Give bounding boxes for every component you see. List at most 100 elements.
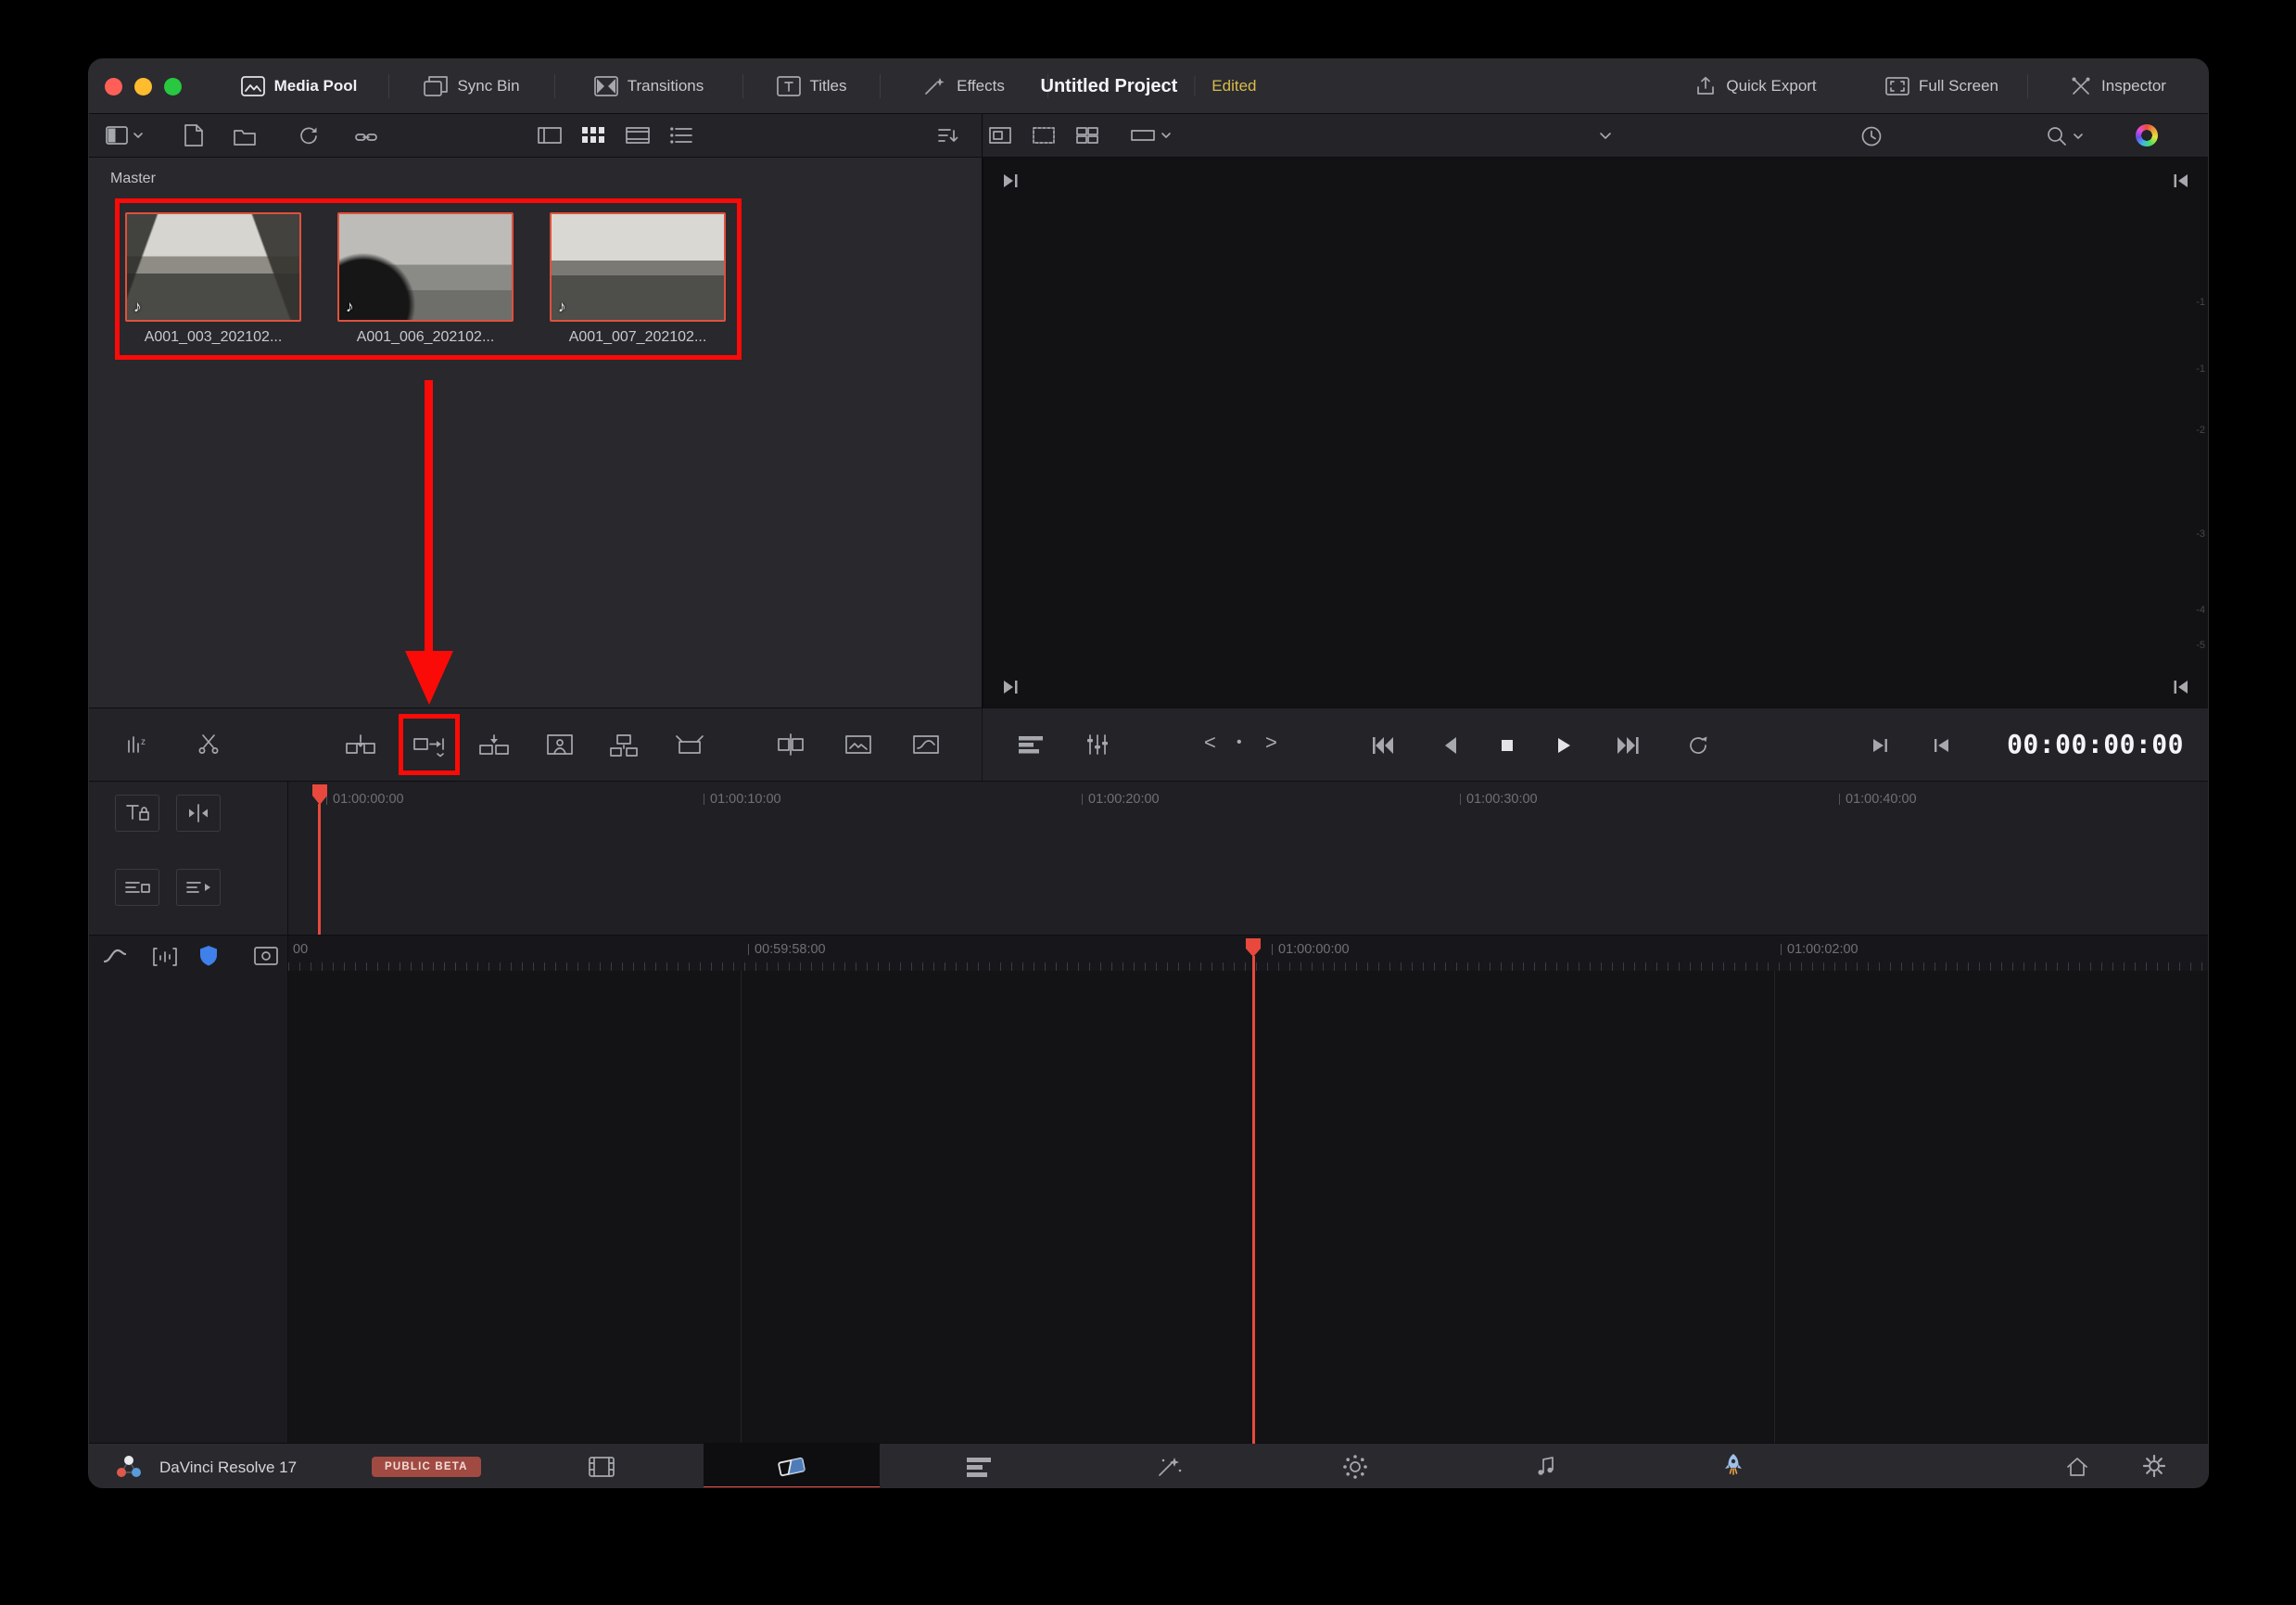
new-bin-button[interactable] bbox=[234, 127, 256, 146]
jump-forward-button-bottom[interactable] bbox=[1000, 677, 1021, 697]
split-clip-button[interactable] bbox=[778, 733, 804, 756]
go-to-start-button[interactable] bbox=[1371, 733, 1395, 758]
inspector-button[interactable]: Inspector bbox=[2028, 59, 2208, 113]
play-to-previous-icon bbox=[2171, 677, 2191, 697]
upper-playhead-flag[interactable] bbox=[311, 783, 328, 806]
effects-icon bbox=[923, 76, 947, 96]
media-pool-icon bbox=[241, 76, 265, 96]
resolution-dropdown[interactable] bbox=[1600, 133, 1611, 139]
strip-view-button[interactable] bbox=[538, 127, 562, 144]
jump-backward-button[interactable] bbox=[2171, 171, 2191, 191]
zoom-presets-button[interactable]: z bbox=[126, 733, 152, 756]
play-to-end-button[interactable] bbox=[1869, 734, 1891, 757]
home-icon bbox=[2065, 1456, 2089, 1478]
page-cut-button[interactable] bbox=[771, 1446, 812, 1487]
safe-area-button[interactable] bbox=[1033, 127, 1055, 144]
boring-detector-button[interactable] bbox=[198, 945, 219, 967]
sync-clips-button[interactable] bbox=[297, 125, 319, 146]
transitions-button[interactable]: Transitions bbox=[555, 59, 742, 113]
page-fairlight-button[interactable] bbox=[1526, 1446, 1567, 1487]
settings-gear-icon bbox=[2142, 1454, 2166, 1478]
go-to-end-button[interactable] bbox=[1616, 733, 1640, 758]
lower-playhead-flag[interactable] bbox=[1245, 937, 1262, 958]
nudge-left-button[interactable]: < bbox=[1204, 731, 1216, 755]
grid-view-button[interactable] bbox=[582, 127, 604, 144]
list-view-button[interactable] bbox=[670, 127, 692, 144]
deliver-underline bbox=[1644, 1487, 1822, 1488]
ripple-overwrite-button[interactable] bbox=[479, 733, 509, 758]
effects-button[interactable]: Effects bbox=[881, 59, 1047, 113]
settings-button[interactable] bbox=[2134, 1446, 2175, 1486]
sidebar-toggle-icon bbox=[106, 126, 128, 145]
duration-clock-button[interactable] bbox=[1861, 126, 1882, 146]
jump-forward-button[interactable] bbox=[1000, 171, 1021, 191]
ruler-label: 01:00:02:00 bbox=[1781, 942, 1858, 957]
import-media-button[interactable] bbox=[184, 124, 203, 146]
annotation-clips-highlight bbox=[115, 198, 742, 360]
media-page-icon bbox=[588, 1455, 615, 1479]
smooth-cut-button[interactable] bbox=[913, 733, 939, 756]
minimize-button[interactable] bbox=[134, 78, 152, 96]
loop-button[interactable] bbox=[1686, 733, 1710, 758]
audio-mixer-button[interactable] bbox=[1085, 733, 1110, 756]
upper-timeline[interactable]: 01:00:00:00 01:00:10:00 01:00:20:00 01:0… bbox=[89, 782, 2208, 935]
close-button[interactable] bbox=[105, 78, 122, 96]
place-on-top-button[interactable] bbox=[610, 733, 638, 758]
lower-timeline[interactable]: 00 00:59:58:00 01:00:00:00 01:00:02:00 bbox=[89, 935, 2208, 1443]
jump-backward-button-bottom[interactable] bbox=[2171, 677, 2191, 697]
multicam-button[interactable] bbox=[1076, 127, 1098, 144]
ruler-label: 01:00:40:00 bbox=[1839, 792, 1917, 807]
annotation-arrow-head bbox=[405, 651, 453, 705]
quick-export-button[interactable]: Quick Export bbox=[1655, 59, 1857, 113]
public-beta-badge: PUBLIC BETA bbox=[372, 1457, 481, 1477]
roll-tool-button[interactable] bbox=[176, 869, 221, 906]
viewer-overlay-button[interactable] bbox=[989, 127, 1011, 144]
timeline-view-button[interactable] bbox=[1017, 733, 1045, 756]
zoom-options-button[interactable] bbox=[2047, 126, 2083, 146]
page-media-button[interactable] bbox=[581, 1446, 622, 1487]
speed-curve-button[interactable] bbox=[103, 947, 127, 967]
stop-button[interactable] bbox=[1495, 733, 1519, 758]
trim-tool-button[interactable] bbox=[176, 795, 221, 832]
skip-to-start-button[interactable] bbox=[1931, 734, 1953, 757]
home-button[interactable] bbox=[2057, 1446, 2098, 1487]
sidebar-toggle-button[interactable] bbox=[106, 126, 143, 145]
letterbox-button[interactable] bbox=[1131, 127, 1171, 144]
play-button[interactable] bbox=[1551, 733, 1575, 758]
source-overwrite-icon bbox=[676, 733, 704, 758]
sync-bin-button[interactable]: Sync Bin bbox=[389, 59, 554, 113]
full-screen-button[interactable]: Full Screen bbox=[1857, 59, 2027, 113]
page-deliver-button[interactable] bbox=[1713, 1446, 1754, 1486]
track-lock-button[interactable] bbox=[115, 795, 159, 832]
zoom-button[interactable] bbox=[164, 78, 182, 96]
sync-lock-button[interactable] bbox=[115, 869, 159, 906]
nudge-right-button[interactable]: > bbox=[1265, 731, 1277, 755]
audio-level-icon bbox=[153, 947, 177, 967]
lower-playhead-line[interactable] bbox=[1252, 956, 1255, 1444]
chevron-down-icon bbox=[1600, 133, 1611, 139]
smart-insert-icon bbox=[346, 733, 375, 758]
media-pool-button[interactable]: Media Pool bbox=[209, 59, 388, 113]
ruler-label: 00:59:58:00 bbox=[748, 942, 826, 957]
link-clips-button[interactable] bbox=[355, 127, 377, 147]
close-up-button[interactable] bbox=[547, 732, 573, 757]
still-frame-button[interactable] bbox=[845, 733, 871, 756]
zoom-icon bbox=[2047, 126, 2067, 146]
smart-insert-button[interactable] bbox=[346, 733, 375, 758]
titles-button[interactable]: Titles bbox=[743, 59, 880, 113]
source-overwrite-button[interactable] bbox=[676, 733, 704, 758]
page-fusion-button[interactable] bbox=[1149, 1446, 1190, 1487]
audio-level-button[interactable] bbox=[153, 947, 177, 967]
camera-button[interactable] bbox=[254, 947, 278, 965]
page-edit-button[interactable] bbox=[958, 1446, 999, 1487]
upper-playhead-line[interactable] bbox=[318, 804, 321, 935]
page-color-button[interactable] bbox=[1335, 1446, 1376, 1487]
sort-button[interactable] bbox=[938, 127, 958, 144]
letterbox-icon bbox=[1131, 127, 1155, 144]
mark-dot-icon[interactable]: • bbox=[1237, 734, 1242, 751]
color-boost-button[interactable] bbox=[2136, 124, 2158, 146]
bin-label[interactable]: Master bbox=[110, 171, 156, 187]
step-back-button[interactable] bbox=[1439, 733, 1463, 758]
film-view-button[interactable] bbox=[626, 127, 650, 144]
razor-button[interactable] bbox=[197, 732, 221, 755]
